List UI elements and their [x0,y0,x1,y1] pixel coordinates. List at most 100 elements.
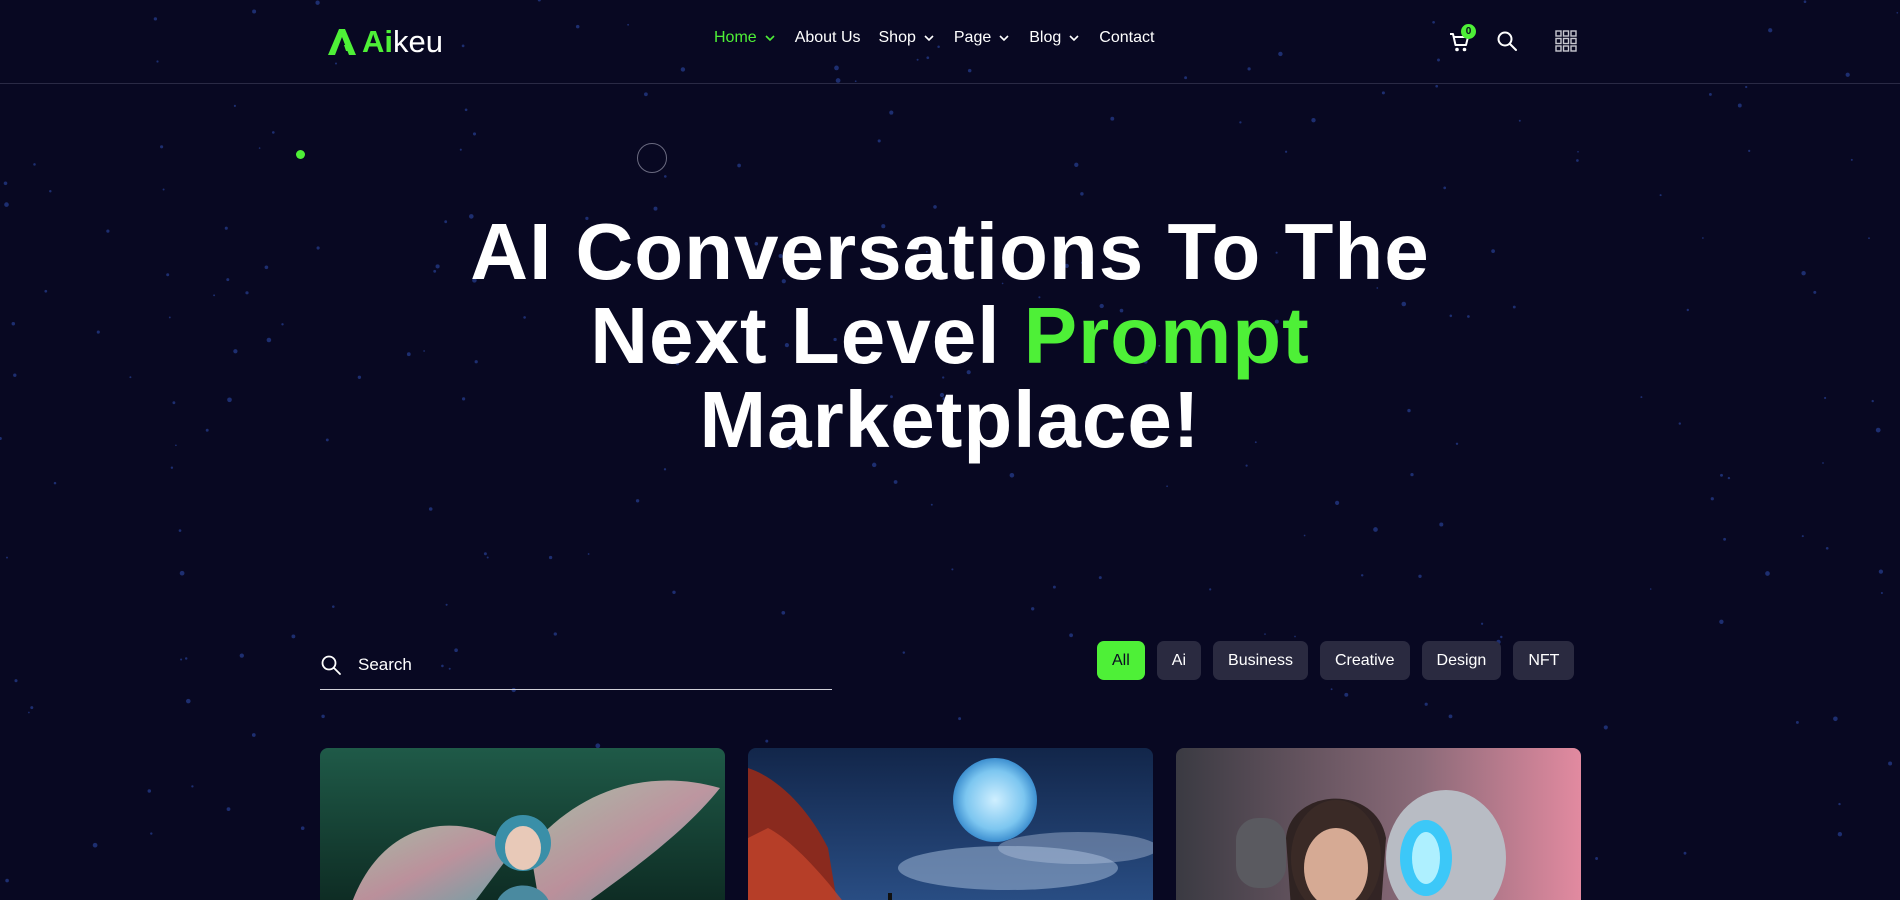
star-dot [1720,473,1723,477]
filter-ai[interactable]: Ai [1156,641,1202,680]
star-dot [1825,546,1829,550]
hero-line-3: Marketplace! [699,375,1201,464]
full-moon-night-sky-image [748,748,1153,900]
star-dot [321,714,325,719]
nav-item-blog[interactable]: Blog [1029,29,1081,47]
star-dot [663,468,667,471]
site-header: Aikeu Home About Us Shop Page Blog Conta… [0,0,1900,84]
nav-item-home[interactable]: Home [714,29,777,47]
star-dot [6,556,8,559]
star-dot [184,657,188,660]
star-dot [889,110,894,115]
star-dot [1727,476,1731,480]
star-dot [1110,116,1115,121]
star-dot [49,190,52,193]
star-dot [300,826,305,830]
logo-text: Aikeu [362,24,443,60]
star-dot [162,188,165,191]
star-dot [1888,761,1893,766]
star-dot [765,739,769,743]
star-dot [1031,607,1035,611]
cart-button[interactable]: 0 [1448,24,1476,56]
star-dot [1659,194,1662,197]
menu-grid-button[interactable] [1554,29,1580,55]
filter-nft[interactable]: NFT [1513,641,1575,680]
star-dot [1069,633,1074,638]
star-dot [180,658,183,661]
star-dot [644,92,648,97]
star-dot [14,679,18,683]
star-dot [1837,832,1843,837]
star-dot [1443,186,1447,190]
star-dot [186,698,191,704]
star-dot [951,568,954,571]
star-dot [251,733,256,737]
star-dot [1748,149,1751,152]
star-dot [1009,472,1015,478]
star-dot [1649,588,1652,590]
star-dot [1795,720,1799,724]
filter-design[interactable]: Design [1421,641,1502,680]
site-logo[interactable]: Aikeu [326,24,443,60]
chevron-down-icon [765,35,775,42]
header-search-button[interactable] [1496,30,1520,54]
star-dot [1745,85,1748,89]
nav-item-contact[interactable]: Contact [1099,29,1154,47]
star-dot [30,706,34,710]
star-dot [635,499,640,503]
star-dot [1822,462,1824,464]
star-dot [1360,574,1364,577]
star-dot [1833,716,1838,722]
nav-item-about-us[interactable]: About Us [795,29,861,47]
decorative-ring [637,143,667,173]
prompt-search-bar [320,640,832,690]
star-dot [179,570,185,576]
logo-highlight: Ai [362,24,393,59]
star-dot [1439,522,1444,527]
filter-all[interactable]: All [1097,641,1145,680]
star-dot [1723,537,1727,541]
chevron-down-icon [999,35,1009,42]
star-dot [877,139,881,143]
star-dot [1074,162,1079,167]
search-icon [321,655,341,675]
search-input[interactable] [358,654,798,675]
star-dot [1710,497,1714,501]
star-dot [781,610,786,615]
star-dot [472,132,477,136]
star-dot [3,181,8,186]
prompt-card-robot[interactable] [1176,748,1581,900]
star-dot [1801,535,1804,538]
star-dot [160,145,164,149]
star-dot [1373,527,1378,532]
star-dot [1577,150,1579,153]
star-dot [672,590,676,595]
nav-item-label: Page [953,29,992,46]
nav-item-label: Home [714,29,757,46]
nav-item-page[interactable]: Page [954,29,1011,47]
star-dot [258,147,261,149]
filter-business[interactable]: Business [1213,641,1308,680]
star-dot [226,807,231,811]
star-dot [1424,702,1428,706]
star-dot [464,108,468,112]
star-dot [1500,635,1503,639]
hero-line-1: AI Conversations To The [470,207,1430,296]
hero-line-2: Next Level Prompt [0,294,1900,378]
filter-creative[interactable]: Creative [1319,641,1410,680]
main-nav: Home About Us Shop Page Blog Contact [714,29,1154,47]
star-dot [1576,159,1579,162]
star-dot [1264,633,1266,635]
star-dot [147,789,152,793]
prompt-card-moon[interactable] [748,748,1153,900]
nav-item-shop[interactable]: Shop [879,29,936,47]
nav-item-label: About Us [794,29,861,46]
prompt-card-fairy[interactable] [320,748,725,900]
prompt-card-grid [320,748,1581,900]
hero-line-2-prefix: Next Level [590,291,1024,380]
search-icon [1497,31,1517,51]
nav-item-label: Shop [878,29,916,46]
category-filters: All Ai Business Creative Design NFT [1097,641,1575,680]
nav-item-label: Contact [1099,29,1155,46]
star-dot [1595,857,1599,860]
